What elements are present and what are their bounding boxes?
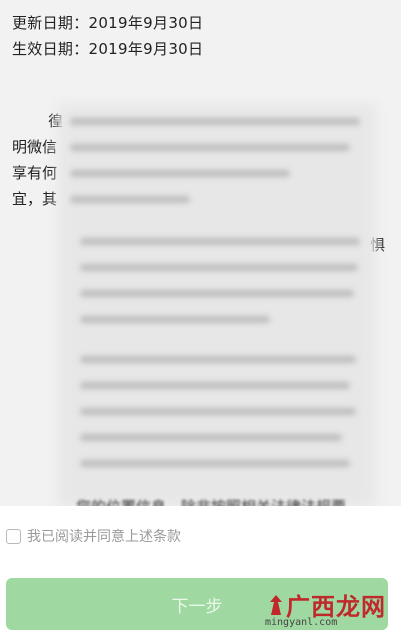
- blurred-text-line: [80, 382, 350, 389]
- agreement-bottom-line: 您的位置信息，除非按照相关法律法规要: [76, 496, 346, 506]
- blurred-text-line: [80, 434, 342, 441]
- agreement-body: 徨 明微信 享有何 宜，其 惧 您的位置信息，除非按照相关法律法规要: [0, 96, 401, 506]
- agreement-fragment: 宜，其: [12, 190, 58, 208]
- watermark-domain: mingyanl.com: [265, 617, 338, 628]
- blurred-text-line: [80, 356, 356, 363]
- agree-checkbox[interactable]: [6, 528, 21, 544]
- agree-terms-row[interactable]: 我已阅读并同意上述条款: [6, 526, 181, 546]
- blurred-text-line: [80, 290, 354, 297]
- update-date: 更新日期：2019年9月30日: [12, 14, 204, 32]
- blurred-text-line: [70, 196, 190, 203]
- blurred-text-line: [80, 316, 270, 323]
- blurred-text-line: [70, 144, 350, 151]
- blurred-text-line: [70, 170, 290, 177]
- blurred-text-line: [80, 460, 350, 467]
- agreement-fragment: 享有何: [12, 164, 58, 182]
- blurred-text-line: [80, 264, 358, 271]
- effective-date: 生效日期：2019年9月30日: [12, 40, 204, 58]
- site-watermark: 广西龙网 mingyanl.com: [265, 587, 395, 631]
- watermark-logo-icon: [270, 594, 282, 615]
- agree-label: 我已阅读并同意上述条款: [27, 529, 181, 545]
- blurred-text-line: [80, 238, 360, 245]
- blurred-agreement-text: [58, 104, 376, 506]
- agreement-fragment: 明微信: [12, 138, 58, 156]
- blurred-text-line: [80, 408, 356, 415]
- blurred-text-line: [70, 118, 360, 125]
